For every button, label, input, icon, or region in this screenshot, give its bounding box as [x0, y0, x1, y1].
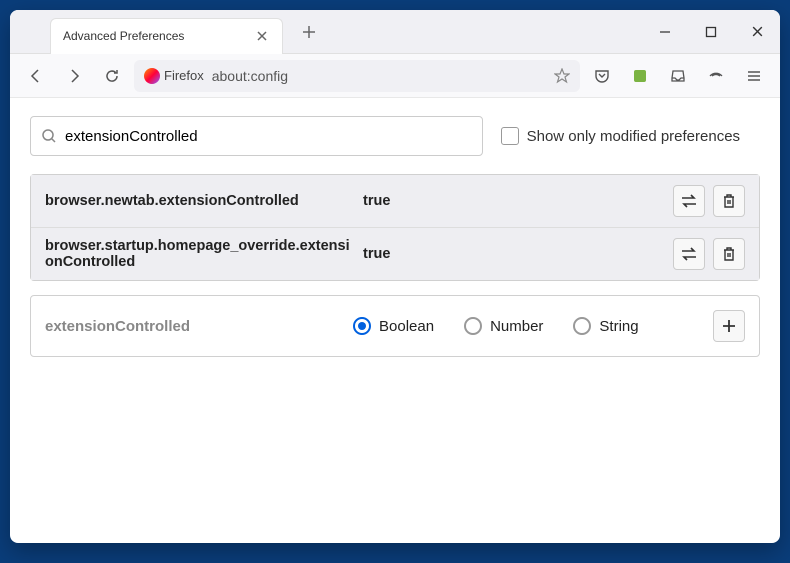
- page-content: Show only modified preferences browser.n…: [10, 98, 780, 543]
- pref-actions: [673, 185, 745, 217]
- pref-row[interactable]: browser.startup.homepage_override.extens…: [31, 227, 759, 280]
- toggle-button[interactable]: [673, 185, 705, 217]
- pref-name: browser.startup.homepage_override.extens…: [45, 238, 355, 270]
- radio-icon: [353, 317, 371, 335]
- checkbox-icon: [501, 127, 519, 145]
- minimize-button[interactable]: [642, 10, 688, 54]
- shield-icon[interactable]: [700, 60, 732, 92]
- url-text: about:config: [212, 68, 546, 84]
- new-pref-row: extensionControlled Boolean Number Strin…: [30, 295, 760, 357]
- radio-number[interactable]: Number: [464, 317, 543, 335]
- pref-value: true: [363, 193, 665, 209]
- reload-button[interactable]: [96, 60, 128, 92]
- delete-button[interactable]: [713, 238, 745, 270]
- identity-label: Firefox: [164, 68, 204, 83]
- radio-label: Number: [490, 318, 543, 335]
- radio-icon: [573, 317, 591, 335]
- type-radio-group: Boolean Number String: [353, 317, 705, 335]
- nav-toolbar: Firefox about:config: [10, 54, 780, 98]
- radio-label: Boolean: [379, 318, 434, 335]
- menu-button[interactable]: [738, 60, 770, 92]
- titlebar: Advanced Preferences: [10, 10, 780, 54]
- firefox-icon: [144, 68, 160, 84]
- pref-value: true: [363, 246, 665, 262]
- new-tab-button[interactable]: [295, 18, 323, 46]
- inbox-icon[interactable]: [662, 60, 694, 92]
- close-window-button[interactable]: [734, 10, 780, 54]
- add-pref-button[interactable]: [713, 310, 745, 342]
- toggle-button[interactable]: [673, 238, 705, 270]
- radio-label: String: [599, 318, 638, 335]
- tab-title: Advanced Preferences: [63, 29, 184, 43]
- new-pref-name: extensionControlled: [45, 318, 345, 335]
- browser-window: Advanced Preferences: [10, 10, 780, 543]
- prefs-table: browser.newtab.extensionControlled true …: [30, 174, 760, 281]
- show-modified-checkbox[interactable]: Show only modified preferences: [501, 127, 740, 145]
- checkbox-label: Show only modified preferences: [527, 128, 740, 145]
- back-button[interactable]: [20, 60, 52, 92]
- pocket-icon[interactable]: [586, 60, 618, 92]
- pref-name: browser.newtab.extensionControlled: [45, 193, 355, 209]
- forward-button[interactable]: [58, 60, 90, 92]
- extension-icon[interactable]: [624, 60, 656, 92]
- search-input[interactable]: [65, 128, 472, 145]
- radio-boolean[interactable]: Boolean: [353, 317, 434, 335]
- search-box[interactable]: [30, 116, 483, 156]
- bookmark-star-icon[interactable]: [554, 68, 570, 84]
- close-tab-icon[interactable]: [254, 28, 270, 44]
- pref-actions: [673, 238, 745, 270]
- radio-string[interactable]: String: [573, 317, 638, 335]
- window-controls: [642, 10, 780, 54]
- search-icon: [41, 128, 57, 144]
- delete-button[interactable]: [713, 185, 745, 217]
- browser-tab[interactable]: Advanced Preferences: [50, 18, 283, 54]
- maximize-button[interactable]: [688, 10, 734, 54]
- search-row: Show only modified preferences: [30, 116, 760, 156]
- pref-row[interactable]: browser.newtab.extensionControlled true: [31, 175, 759, 227]
- radio-icon: [464, 317, 482, 335]
- identity-box[interactable]: Firefox: [144, 68, 204, 84]
- url-bar[interactable]: Firefox about:config: [134, 60, 580, 92]
